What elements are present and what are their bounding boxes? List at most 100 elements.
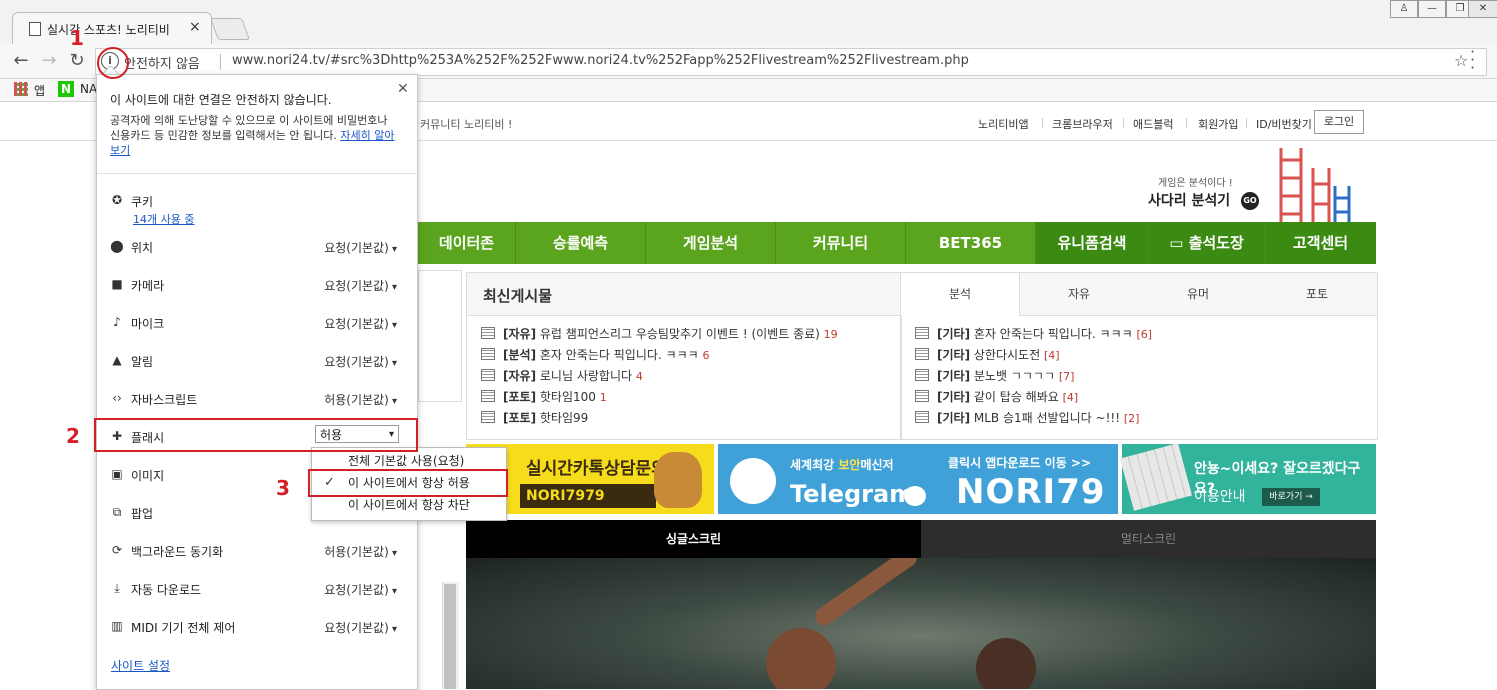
bookmark-naver[interactable]: NA [80,82,97,96]
nav-attendance[interactable]: ▭ 출석도장 [1149,222,1265,264]
permission-select[interactable]: 요청(기본값) [324,581,397,598]
board-tabs-panel: 분석 자유 유머 포토 [기타] 혼자 안죽는다 픽입니다. ㅋㅋㅋ [6] [… [900,272,1378,440]
tab-single-screen[interactable]: 싱글스크린 [466,520,921,558]
permission-microphone: ♪ 마이크 요청(기본값) [97,315,417,353]
nav-customer-center[interactable]: 고객센터 [1265,222,1376,264]
divider [1042,118,1043,128]
list-item[interactable]: [기타] 상한다시도전 [4] [915,346,1060,363]
top-link-adblock[interactable]: 애드블럭 [1133,116,1173,132]
ladder-go-button[interactable]: GO [1241,192,1259,210]
browser-tab[interactable]: 실시간 스포츠! 노리티비 × [12,12,212,45]
site-info-popup: ✕ 이 사이트에 대한 연결은 안전하지 않습니다. 공격자에 의해 도난당할 … [96,74,507,690]
url-text[interactable]: www.nori24.tv/#src%3Dhttp%253A%252F%252F… [232,53,969,68]
tab-humor[interactable]: 유머 [1139,273,1257,315]
nav-uniform-search[interactable]: 유니폼검색 [1036,222,1149,264]
list-item[interactable]: [포토] 핫타임99 [481,409,588,426]
security-status[interactable]: 안전하지 않음 [124,53,200,72]
popup-title: 이 사이트에 대한 연결은 안전하지 않습니다. [110,93,332,107]
apps-grid-icon[interactable] [14,82,28,96]
list-icon [915,411,929,423]
latest-posts-header: 최신게시물 [467,273,901,316]
permission-select[interactable]: 요청(기본값) [324,353,397,370]
guide-shortcut-button[interactable]: 바로가기 → [1262,488,1320,506]
user-icon[interactable]: ♙ [1390,0,1418,18]
list-icon [915,327,929,339]
tab-close-icon[interactable]: × [189,19,201,35]
permission-select[interactable]: 요청(기본값) [324,277,397,294]
image-icon: ▣ [111,467,123,481]
tab-multi-screen[interactable]: 멀티스크린 [921,520,1376,558]
nav-bet365[interactable]: BET365 [906,222,1036,264]
guide-banner-label: 이용안내 [1194,489,1246,505]
list-icon [481,327,495,339]
list-icon [915,369,929,381]
naver-icon[interactable]: N [58,81,74,97]
permission-select[interactable]: 요청(기본값) [324,619,397,636]
kakao-banner-text: 실시간카톡상담문의 [526,459,667,479]
top-link-chrome[interactable]: 크롬브라우저 [1052,116,1113,132]
list-item[interactable]: [기타] 분노뱃 ㄱㄱㄱㄱ [7] [915,367,1074,384]
list-item[interactable]: [기타] MLB 승1패 선발입니다 ~!!! [2] [915,409,1139,426]
tab-photo[interactable]: 포토 [1258,273,1376,315]
site-settings-link[interactable]: 사이트 설정 [111,657,170,674]
permission-label: 쿠키 [131,195,154,209]
ladder-analyzer-link[interactable]: 사다리 분석기 [1148,190,1230,210]
nav-win-prediction[interactable]: 승률예측 [516,222,646,264]
scrollbar-thumb[interactable] [444,584,456,689]
back-arrow-icon[interactable]: ← [10,50,32,72]
top-link-signup[interactable]: 회원가입 [1198,116,1238,132]
player-figure [976,638,1036,689]
forward-arrow-icon[interactable]: → [38,50,60,72]
telegram-download-text: 클릭시 앱다운로드 이동 >> [948,456,1092,470]
nav-game-analysis[interactable]: 게임분석 [646,222,776,264]
cookie-count-link[interactable]: 14개 사용 중 [133,211,194,227]
browser-tabstrip: 실시간 스포츠! 노리티비 × ♙ — ❐ ✕ [0,0,1497,45]
list-item[interactable]: [기타] 같이 탑승 해봐요 [4] [915,388,1078,405]
menu-dots-icon[interactable]: · · · [1470,44,1475,76]
top-link-find-id[interactable]: ID/비번찾기 [1256,116,1312,132]
nav-attendance-label: 출석도장 [1188,234,1244,252]
divider [1186,118,1187,128]
divider [97,173,417,174]
minimize-button[interactable]: — [1418,0,1446,18]
flash-option-always-block[interactable]: 이 사이트에서 항상 차단 [312,494,506,516]
login-button[interactable]: 로그인 [1314,110,1364,134]
permission-select[interactable]: 요청(기본값) [324,315,397,332]
guide-banner[interactable]: 안뇽~이세요? 잘오르겠다구요? 이용안내 바로가기 → [1120,443,1376,514]
reload-icon[interactable]: ↻ [66,50,88,72]
close-window-button[interactable]: ✕ [1468,0,1497,18]
list-item[interactable]: [자유] 로니님 사랑합니다 4 [481,367,643,384]
divider [220,54,221,70]
annotation-box-flash [94,418,418,452]
list-item[interactable]: [포토] 핫타임100 1 [481,388,607,405]
top-link-app[interactable]: 노리티비앱 [978,116,1029,132]
latest-posts-panel: 최신게시물 [자유] 유럽 챔피언스리그 우승팀맞추기 이벤트 ! (이벤트 종… [466,272,902,440]
nav-community[interactable]: 커뮤니티 [776,222,906,264]
annotation-circle [97,47,129,79]
telegram-banner[interactable]: 세계최강 보안메신저 Telegram 클릭시 앱다운로드 이동 >> NORI… [718,444,1118,514]
bookmark-apps[interactable]: 앱 [34,82,45,99]
midi-icon: ▥ [111,619,123,633]
annotation-number: 2 [66,424,80,448]
nav-data-zone[interactable]: 데이터존 [418,222,516,264]
list-icon [915,390,929,402]
tab-free[interactable]: 자유 [1020,273,1138,315]
ladder-slogan: 게임은 분석이다 ! [1158,178,1233,189]
list-item[interactable]: [자유] 유럽 챔피언스리그 우승팀맞추기 이벤트 ! (이벤트 종료) 19 [481,325,838,342]
new-tab-button[interactable] [209,18,251,40]
tab-analysis[interactable]: 분석 [901,273,1020,316]
list-item[interactable]: [기타] 혼자 안죽는다 픽입니다. ㅋㅋㅋ [6] [915,325,1152,342]
bookmark-star-icon[interactable]: ☆ [1454,51,1468,70]
permission-select[interactable]: 허용(기본값) [324,543,397,560]
permission-select[interactable]: 요청(기본값) [324,239,397,256]
camera-icon: ■ [111,277,123,291]
latest-posts-title: 최신게시물 [483,287,553,305]
annotation-box-allow [308,469,508,497]
chat-bubble-icon [904,486,926,506]
list-item[interactable]: [분석] 혼자 안죽는다 픽입니다. ㅋㅋㅋ 6 [481,346,710,363]
location-icon: ⬤ [110,239,124,253]
close-icon[interactable]: ✕ [397,81,409,97]
permission-select[interactable]: 허용(기본값) [324,391,397,408]
video-player[interactable] [466,558,1376,689]
address-bar[interactable]: i 안전하지 않음 www.nori24.tv/#src%3Dhttp%253A… [95,48,1487,76]
